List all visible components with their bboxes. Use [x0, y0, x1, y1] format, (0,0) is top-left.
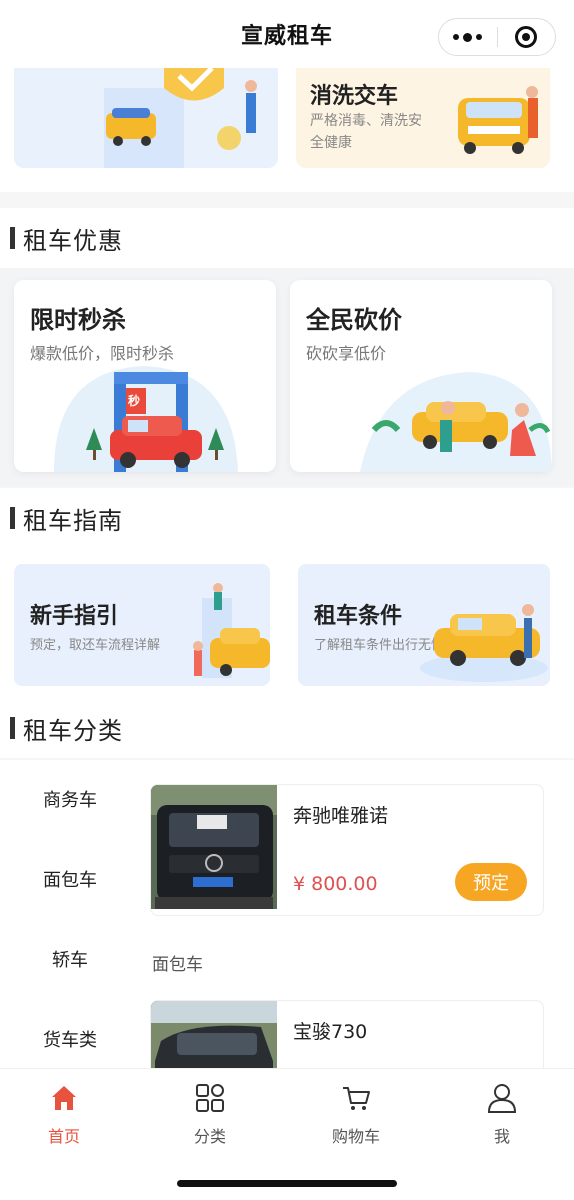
- van-photo: [151, 785, 277, 909]
- guide-area: 新手指引 预定，取还车流程详解 租车条件 了解租车条件出行无忧: [0, 548, 574, 698]
- more-icon: [453, 32, 483, 42]
- section-title: 租车指南: [23, 506, 123, 535]
- product-name: 奔驰唯雅诺: [293, 805, 389, 827]
- taxi-illustration: [458, 86, 538, 154]
- service-card-safety[interactable]: [14, 68, 278, 168]
- section-header-guide: 租车指南: [0, 488, 574, 548]
- tab-label: 我: [493, 1127, 510, 1146]
- cart-icon: [343, 1087, 370, 1110]
- user-icon: [487, 1084, 517, 1113]
- tab-label: 购物车: [331, 1127, 380, 1146]
- close-target-icon: [515, 26, 538, 48]
- product-card[interactable]: 奔驰唯雅诺 ¥ 800.00 预定: [150, 784, 544, 916]
- promo-area: 限时秒杀 爆款低价，限时秒杀 秒 全民砍价 砍砍享低价: [0, 268, 574, 486]
- beginner-illustration: [193, 583, 270, 678]
- category-item-van[interactable]: 面包车: [0, 866, 140, 892]
- nav-bar: 宣威租车: [0, 0, 574, 68]
- tab-category[interactable]: 分类: [170, 1083, 250, 1147]
- conditions-illustration: [420, 604, 548, 682]
- tab-home[interactable]: 首页: [24, 1083, 104, 1147]
- page: 宣威租车 消洗交车 严格消毒、清洗安全健康 租车优惠 限时秒杀 爆款低价，限时秒…: [0, 0, 574, 1200]
- service-card-cleaning[interactable]: 消洗交车 严格消毒、清洗安全健康: [296, 68, 550, 168]
- product-image: [151, 785, 277, 909]
- more-button[interactable]: [439, 19, 497, 55]
- guide-card-beginner[interactable]: 新手指引 预定，取还车流程详解: [14, 564, 270, 686]
- safety-illustration: [104, 68, 257, 168]
- promo-card-bargain[interactable]: 全民砍价 砍砍享低价: [290, 280, 552, 472]
- service-strip: 消洗交车 严格消毒、清洗安全健康: [0, 68, 574, 192]
- promo-card-flash-sale[interactable]: 限时秒杀 爆款低价，限时秒杀 秒: [14, 280, 276, 472]
- grid-icon: [196, 1084, 224, 1112]
- section-bar: [10, 717, 15, 739]
- flash-sale-illustration: [54, 366, 238, 472]
- category-item-business[interactable]: 商务车: [0, 786, 140, 812]
- book-button[interactable]: 预定: [455, 863, 527, 901]
- tab-cart[interactable]: 购物车: [316, 1083, 396, 1147]
- flash-sale-sign: 秒: [128, 394, 141, 408]
- product-price: ¥ 800.00: [293, 873, 378, 895]
- section-header-promo: 租车优惠: [0, 208, 574, 268]
- group-label: 面包车: [152, 955, 203, 975]
- mini-program-capsule: [438, 18, 556, 56]
- section-header-category: 租车分类: [0, 698, 574, 758]
- guide-card-conditions[interactable]: 租车条件 了解租车条件出行无忧: [298, 564, 550, 686]
- section-title: 租车优惠: [23, 226, 123, 255]
- category-item-truck[interactable]: 货车类: [0, 1026, 140, 1052]
- home-indicator: [177, 1180, 397, 1187]
- category-sidebar: 商务车 面包车 轿车 货车类: [0, 760, 140, 1068]
- page-title: 宣威租车: [240, 24, 333, 49]
- tab-label: 分类: [193, 1127, 226, 1146]
- category-item-sedan[interactable]: 轿车: [0, 946, 140, 972]
- tab-label: 首页: [47, 1127, 80, 1146]
- section-bar: [10, 227, 15, 249]
- close-button[interactable]: [498, 19, 556, 55]
- section-bar: [10, 507, 15, 529]
- tab-me[interactable]: 我: [462, 1083, 542, 1147]
- bargain-illustration: [360, 372, 552, 472]
- category-area: 商务车 面包车 轿车 货车类 奔驰唯雅诺 ¥ 800.00 预定 面包车 宝骏7…: [0, 760, 574, 1090]
- section-title: 租车分类: [23, 716, 123, 745]
- product-name: 宝骏730: [293, 1021, 368, 1043]
- home-icon: [52, 1086, 76, 1110]
